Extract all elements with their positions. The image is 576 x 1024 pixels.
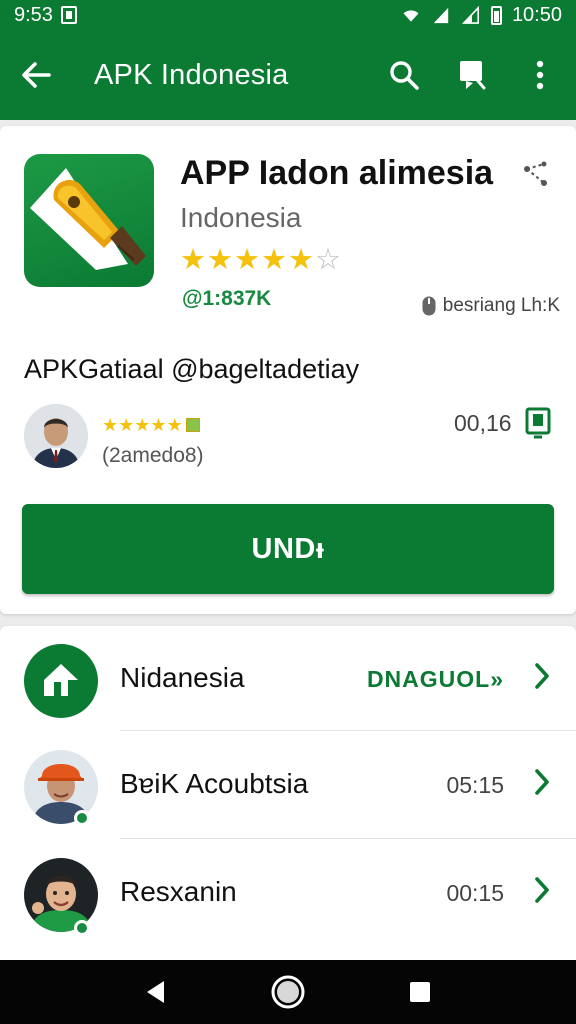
tablet-icon[interactable]	[524, 406, 552, 445]
star-icon: ★	[261, 244, 287, 276]
app-headline: APKGatiaal @bageltadetiay	[24, 354, 360, 384]
divider	[120, 730, 576, 731]
star-icon: ★	[288, 244, 314, 276]
online-status-icon	[74, 920, 90, 936]
star-icon: ★	[166, 415, 183, 435]
list-item-label: Resxanin	[120, 876, 237, 907]
status-time-left: 9:53	[14, 3, 53, 26]
list-item-label: Nidanesia	[120, 662, 245, 693]
related-list: Nidanesia DNAGUOL» BɐiK Acoubtsia 05:15	[0, 626, 576, 960]
star-icon: ★	[118, 415, 135, 435]
app-subtitle: Indonesia	[180, 202, 302, 233]
app-icon[interactable]	[24, 154, 154, 287]
reviewer-handle: (2amedo8)	[102, 444, 204, 467]
developer-row[interactable]: besriang Lh:K	[421, 295, 560, 317]
app-bar: APK Indonesia	[0, 30, 576, 120]
developer-name: besriang Lh:K	[442, 295, 560, 316]
list-item-meta: 00:15	[446, 880, 504, 906]
review-rating: ★ ★ ★ ★ ★	[102, 416, 200, 434]
signal-icon	[433, 7, 449, 24]
more-vert-icon[interactable]	[522, 57, 558, 93]
chevron-right-icon[interactable]	[532, 660, 552, 697]
online-status-icon	[74, 810, 90, 826]
back-triangle-icon[interactable]	[138, 974, 174, 1010]
review-time: 00,16	[454, 410, 512, 436]
list-item[interactable]: Nidanesia DNAGUOL»	[0, 626, 576, 730]
list-item[interactable]: BɐiK Acoubtsia 05:15	[0, 732, 576, 836]
back-arrow-icon[interactable]	[18, 57, 54, 93]
star-outline-icon: ☆	[315, 244, 341, 276]
divider	[120, 838, 576, 839]
search-icon[interactable]	[386, 57, 422, 93]
star-icon: ★	[134, 415, 151, 435]
star-icon: ★	[180, 244, 206, 276]
list-item[interactable]: Resxanin 00:15	[0, 840, 576, 944]
star-icon: ★	[102, 415, 119, 435]
chevron-right-icon[interactable]	[532, 766, 552, 803]
bookmark-icon[interactable]	[454, 57, 490, 93]
share-icon[interactable]	[522, 160, 550, 193]
battery-icon	[490, 5, 502, 25]
upload-arrow-icon	[24, 644, 98, 718]
download-count: @1:837K	[182, 287, 272, 310]
mouse-icon	[422, 296, 436, 316]
status-time-right: 10:50	[511, 3, 562, 26]
wifi-icon	[403, 10, 419, 22]
avatar[interactable]	[24, 404, 88, 468]
list-item-label: BɐiK Acoubtsia	[120, 768, 309, 799]
star-icon: ★	[207, 244, 233, 276]
list-item-meta: DNAGUOL»	[366, 666, 504, 692]
notification-icon	[60, 6, 77, 24]
rating-stars: ★ ★ ★ ★ ★ ☆	[180, 246, 341, 275]
signal-icon	[461, 6, 479, 24]
install-button[interactable]: UNDᵻ	[22, 504, 554, 594]
system-nav-bar	[0, 960, 576, 1024]
badge-icon	[185, 418, 200, 432]
page-title: APK Indonesia	[94, 58, 289, 91]
star-icon: ★	[234, 244, 260, 276]
list-item-meta: 05:15	[446, 772, 504, 798]
recents-square-icon[interactable]	[402, 974, 438, 1010]
app-detail-card: APP Iadon alimesia Indonesia ★ ★ ★ ★ ★ ☆…	[0, 126, 576, 614]
status-bar: 9:53 10:50	[0, 0, 576, 30]
app-title: APP Iadon alimesia	[180, 154, 494, 192]
chevron-right-icon[interactable]	[532, 874, 552, 911]
home-circle-icon[interactable]	[270, 974, 306, 1010]
star-icon: ★	[150, 415, 167, 435]
